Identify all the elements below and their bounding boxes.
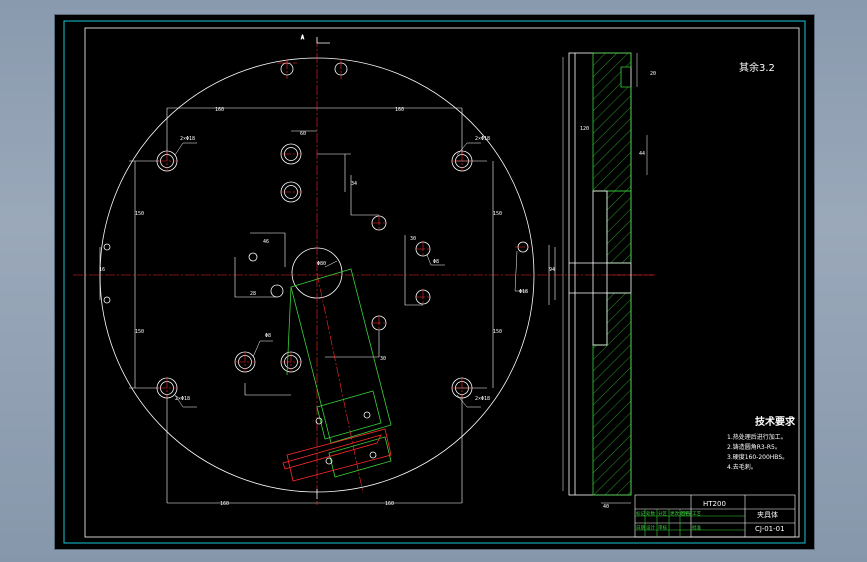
dimension-label: 160 <box>385 501 394 507</box>
title-block-cell-label: 工艺 <box>692 511 701 517</box>
dimension-label: Φ18 <box>519 289 528 295</box>
material-label: HT200 <box>703 500 726 508</box>
title-block-cell-label: 标记 <box>636 510 645 517</box>
dimension-label: 44 <box>639 151 645 157</box>
inner-holes <box>103 62 529 373</box>
title-block-cell-label: 设计 <box>646 524 655 531</box>
dimension-label: 150 <box>135 211 144 217</box>
title-block-cell-label: 签名 <box>681 510 690 517</box>
dimension-label: 30 <box>410 236 416 242</box>
dimension-label: 40 <box>603 504 609 510</box>
title-block-cell-label: 日期 <box>636 525 645 531</box>
title-block-cell-label: 处数 <box>646 510 655 517</box>
front-view <box>99 57 556 504</box>
corner-bolt-holes <box>156 150 473 399</box>
dimension-label: 160 <box>215 107 224 113</box>
section-view <box>562 52 648 504</box>
dimension-label: 160 <box>395 107 404 113</box>
dimension-label: 30 <box>380 356 386 362</box>
dimension-label: 46 <box>263 239 269 245</box>
dimension-text-layer: 160 160 160 160 60 34 46 28 30 30 2×Φ18 2×Φ18 2×Φ18 2… <box>99 71 656 510</box>
dimension-label: 94 <box>549 267 555 273</box>
dimension-label: 150 <box>135 329 144 335</box>
surface-finish-note: 其余3.2 <box>739 61 775 74</box>
dimension-label: 2×Φ18 <box>475 396 490 402</box>
dimension-label: 120 <box>580 126 589 132</box>
drawing-number-label: CJ-01-01 <box>755 525 785 533</box>
dimension-label: 150 <box>493 211 502 217</box>
tech-req-line-4: 4.去毛刺。 <box>727 463 757 471</box>
technical-requirements: 技术要求 1.热处理后进行加工。 2.铸造圆角R3-R5。 3.硬度160-20… <box>727 415 796 471</box>
dimension-label: Φ8 <box>265 333 271 339</box>
dimension-label: 2×Φ18 <box>175 396 190 402</box>
tech-req-line-3: 3.硬度160-200HBS。 <box>727 453 788 461</box>
dimension-label: Φ8 <box>433 259 439 265</box>
inner-border <box>84 27 800 538</box>
dimension-label: 160 <box>220 501 229 507</box>
workpiece-outline <box>286 268 392 478</box>
title-block-cell-label: 批准 <box>692 524 701 531</box>
dimension-label: 60 <box>300 131 306 137</box>
outer-border <box>63 20 806 544</box>
title-block-cell-label: 审核 <box>658 524 667 531</box>
view-label-a: A <box>301 35 304 41</box>
title-block-cell-label: 分区 <box>658 510 667 517</box>
dimension-label: 34 <box>351 181 357 187</box>
dimension-label: Φ80 <box>317 261 326 267</box>
tech-req-line-1: 1.热处理后进行加工。 <box>727 433 787 441</box>
drawing-canvas[interactable]: A 160 160 160 160 60 34 46 28 30 30 2×Φ18 2×Φ18 2×Φ1… <box>55 15 814 549</box>
dimension-label: 2×Φ18 <box>180 136 195 142</box>
dimension-label: 150 <box>493 329 502 335</box>
dimension-label: 2×Φ18 <box>475 136 490 142</box>
dimension-label: 28 <box>250 291 256 297</box>
dimension-label: 16 <box>99 267 105 273</box>
tech-req-title: 技术要求 <box>755 415 796 428</box>
section-marks: A <box>301 35 330 499</box>
tech-req-line-2: 2.铸造圆角R3-R5。 <box>727 443 781 451</box>
cad-viewport[interactable]: A 160 160 160 160 60 34 46 28 30 30 2×Φ18 2×Φ18 2×Φ1… <box>54 14 815 550</box>
clamp-outline <box>282 411 392 482</box>
dimension-label: 20 <box>650 71 656 77</box>
part-name-label: 夹具体 <box>757 510 778 519</box>
bore-cavity <box>592 190 608 346</box>
